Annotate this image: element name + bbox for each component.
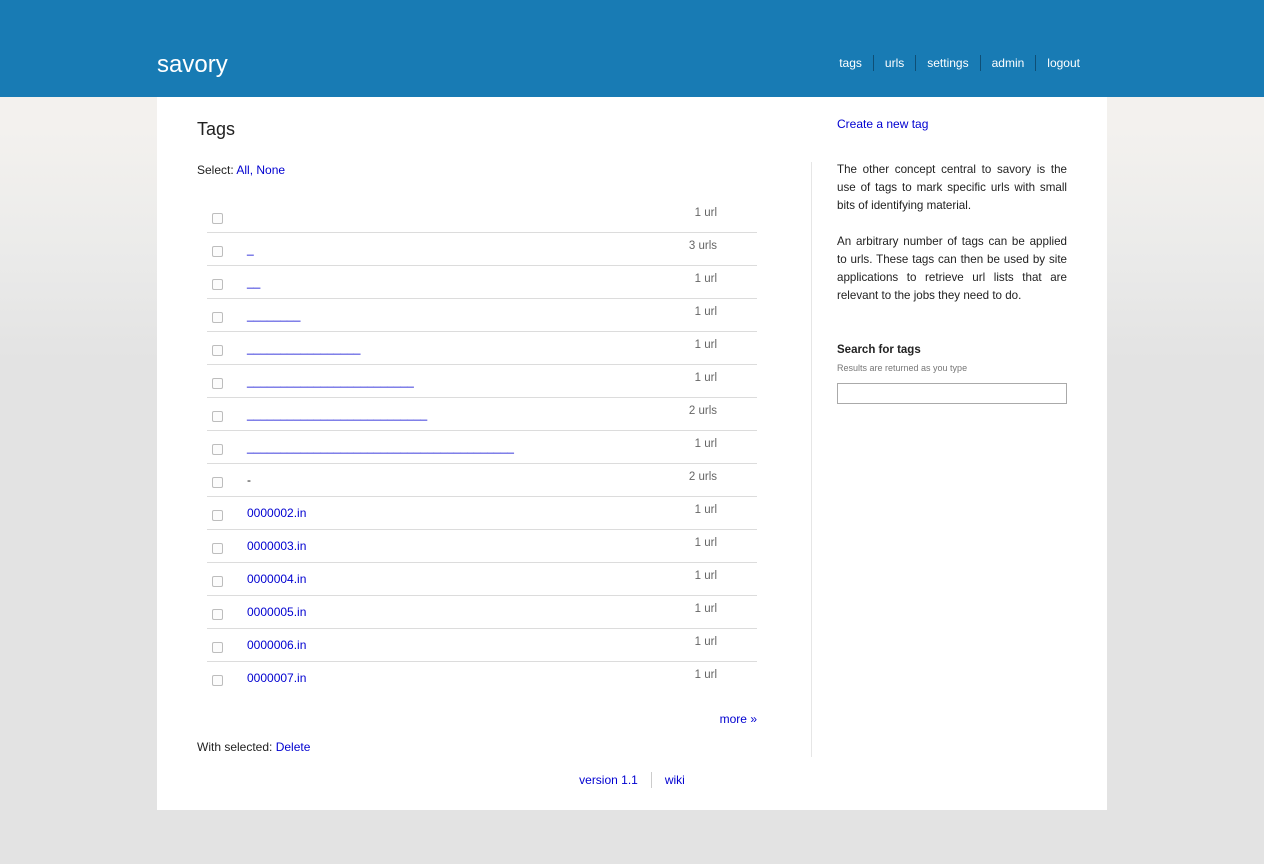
tag-list: 1 url _ 3 urls __ 1 url ________ 1 url ________…: [207, 200, 757, 695]
tag-url-count: 1 url: [694, 603, 717, 615]
tag-checkbox[interactable]: [212, 642, 223, 653]
tag-checkbox[interactable]: [212, 345, 223, 356]
brand-logo[interactable]: savory: [157, 51, 228, 79]
tag-row: - 2 urls: [207, 464, 757, 497]
tag-checkbox[interactable]: [212, 543, 223, 554]
top-nav: tags urls settings admin logout: [828, 55, 1080, 71]
tag-checkbox[interactable]: [212, 444, 223, 455]
about-text: The other concept central to savory is t…: [837, 161, 1067, 323]
tag-url-count: 1 url: [694, 570, 717, 582]
select-none-link[interactable]: None: [256, 163, 285, 177]
tag-checkbox[interactable]: [212, 576, 223, 587]
tag-row: 0000004.in 1 url: [207, 563, 757, 596]
nav-logout[interactable]: logout: [1035, 55, 1080, 71]
tag-row: 1 url: [207, 200, 757, 233]
tag-checkbox[interactable]: [212, 279, 223, 290]
tag-link[interactable]: -: [247, 473, 251, 487]
header-bar: savory tags urls settings admin logout: [0, 0, 1264, 97]
tag-link[interactable]: ________________________________________: [247, 440, 514, 454]
tag-url-count: 3 urls: [688, 240, 717, 252]
tag-url-count: 1 url: [694, 207, 717, 219]
tag-row: ________________________________________…: [207, 431, 757, 464]
version-link[interactable]: version 1.1: [566, 772, 651, 788]
create-tag-link[interactable]: Create a new tag: [837, 117, 928, 131]
tag-link[interactable]: 0000002.in: [247, 506, 306, 520]
tag-row: _________________________ 1 url: [207, 365, 757, 398]
nav-admin[interactable]: admin: [979, 55, 1036, 71]
tag-row: _________________ 1 url: [207, 332, 757, 365]
tag-url-count: 2 urls: [688, 471, 717, 483]
select-controls: Select: All, None: [197, 163, 285, 177]
tag-url-count: 1 url: [694, 372, 717, 384]
about-paragraph-2: An arbitrary number of tags can be appli…: [837, 235, 1067, 302]
tag-url-count: 1 url: [694, 636, 717, 648]
tag-url-count: 1 url: [694, 537, 717, 549]
select-all-link[interactable]: All,: [236, 163, 253, 177]
tag-link[interactable]: ________: [247, 308, 300, 322]
tag-link[interactable]: 0000007.in: [247, 671, 306, 685]
nav-urls[interactable]: urls: [872, 55, 915, 71]
tag-link[interactable]: 0000005.in: [247, 605, 306, 619]
tag-row: _ 3 urls: [207, 233, 757, 266]
tag-link[interactable]: _________________: [247, 341, 360, 355]
tag-checkbox[interactable]: [212, 609, 223, 620]
nav-tags[interactable]: tags: [828, 55, 873, 71]
tag-checkbox[interactable]: [212, 213, 223, 224]
tag-url-count: 1 url: [694, 273, 717, 285]
tag-checkbox[interactable]: [212, 510, 223, 521]
tag-link[interactable]: _________________________: [247, 374, 414, 388]
tag-row: ___________________________ 2 urls: [207, 398, 757, 431]
tag-checkbox[interactable]: [212, 378, 223, 389]
search-hint: Results are returned as you type: [837, 363, 968, 373]
tag-url-count: 1 url: [694, 339, 717, 351]
select-label: Select:: [197, 163, 234, 177]
tag-url-count: 1 url: [694, 669, 717, 681]
tag-link[interactable]: _: [247, 242, 254, 256]
tag-row: 0000006.in 1 url: [207, 629, 757, 662]
tag-checkbox[interactable]: [212, 246, 223, 257]
tag-row: 0000002.in 1 url: [207, 497, 757, 530]
tag-search-input[interactable]: [837, 383, 1067, 404]
search-title: Search for tags: [837, 344, 921, 356]
tag-url-count: 1 url: [694, 504, 717, 516]
tag-link[interactable]: __: [247, 275, 260, 289]
tag-row: 0000005.in 1 url: [207, 596, 757, 629]
tag-link[interactable]: 0000006.in: [247, 638, 306, 652]
column-divider: [811, 162, 812, 757]
footer: version 1.1 wiki: [157, 772, 1107, 788]
tag-row: 0000003.in 1 url: [207, 530, 757, 563]
tag-row: __ 1 url: [207, 266, 757, 299]
with-selected-bar: With selected: Delete: [197, 740, 310, 754]
tag-checkbox[interactable]: [212, 411, 223, 422]
tag-url-count: 1 url: [694, 438, 717, 450]
tag-row: 0000007.in 1 url: [207, 662, 757, 695]
content-panel: Tags Select: All, None 1 url _ 3 urls __ 1 u…: [157, 97, 1107, 810]
page-title: Tags: [197, 119, 236, 139]
tag-link[interactable]: ___________________________: [247, 407, 427, 421]
tag-link[interactable]: 0000004.in: [247, 572, 306, 586]
tag-checkbox[interactable]: [212, 312, 223, 323]
with-selected-label: With selected:: [197, 740, 273, 754]
tag-url-count: 1 url: [694, 306, 717, 318]
tag-checkbox[interactable]: [212, 477, 223, 488]
more-link[interactable]: more »: [720, 712, 757, 726]
tag-link[interactable]: 0000003.in: [247, 539, 306, 553]
tag-url-count: 2 urls: [688, 405, 717, 417]
tag-row: ________ 1 url: [207, 299, 757, 332]
about-paragraph-1: The other concept central to savory is t…: [837, 163, 1067, 212]
delete-selected-link[interactable]: Delete: [276, 740, 311, 754]
nav-settings[interactable]: settings: [915, 55, 979, 71]
tag-checkbox[interactable]: [212, 675, 223, 686]
wiki-link[interactable]: wiki: [650, 772, 698, 788]
